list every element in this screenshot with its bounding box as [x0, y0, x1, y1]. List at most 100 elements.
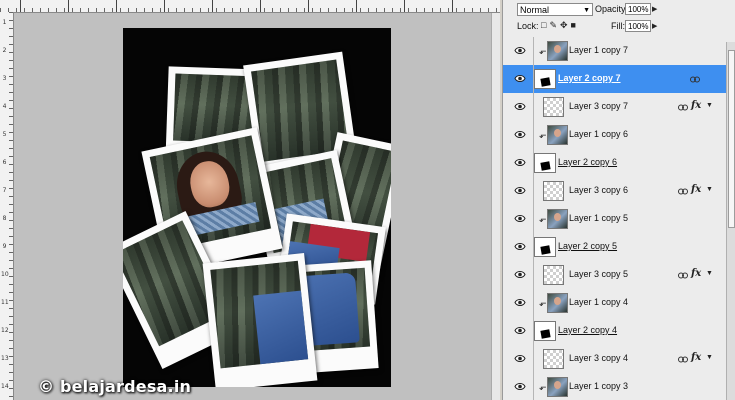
layer-thumbnail[interactable]	[547, 377, 568, 397]
visibility-eye-icon[interactable]	[514, 297, 526, 308]
layer-effects-icon[interactable]: fx	[691, 184, 701, 195]
document-window: 1 2 3 4 5 6 7 8 9 10 11 12 13 14 © belaj…	[0, 0, 500, 400]
lock-paint-icon[interactable]: ✎	[549, 20, 560, 30]
lock-options[interactable]: □✎✥■	[541, 20, 579, 31]
layer-thumbnail[interactable]	[534, 69, 556, 89]
layer-row[interactable]: Layer 2 copy 6	[503, 149, 726, 178]
layer-row[interactable]: Layer 3 copy 7 fx ▼	[503, 93, 726, 122]
layer-thumbnail[interactable]	[547, 125, 568, 145]
layer-row[interactable]: ⬐ Layer 1 copy 7	[503, 37, 726, 66]
row-divider	[533, 93, 534, 121]
row-divider	[533, 205, 534, 233]
fill-slider-arrow-icon[interactable]: ▶	[652, 22, 657, 30]
layer-thumbnail[interactable]	[543, 265, 564, 285]
expand-effects-icon[interactable]: ▼	[706, 354, 713, 361]
layer-thumbnail[interactable]	[543, 349, 564, 369]
visibility-eye-icon[interactable]	[514, 325, 526, 336]
visibility-eye-icon[interactable]	[514, 269, 526, 280]
layer-thumbnail[interactable]	[534, 153, 556, 173]
layer-thumbnail[interactable]	[543, 181, 564, 201]
visibility-eye-icon[interactable]	[514, 241, 526, 252]
visibility-eye-icon[interactable]	[514, 185, 526, 196]
ruler-mark: 9	[2, 243, 7, 250]
row-divider	[533, 289, 534, 317]
visibility-eye-icon[interactable]	[514, 101, 526, 112]
clipping-mask-icon: ⬐	[539, 214, 547, 224]
lock-label: Lock:	[517, 21, 539, 31]
canvas-vertical-scrollbar[interactable]	[491, 13, 500, 400]
fill-label: Fill:	[611, 21, 625, 31]
ruler-mark: 1	[2, 19, 7, 26]
ruler-mark: 4	[2, 103, 7, 110]
layer-thumbnail[interactable]	[547, 41, 568, 61]
opacity-label: Opacity:	[595, 4, 629, 14]
layer-thumbnail[interactable]	[547, 209, 568, 229]
visibility-eye-icon[interactable]	[514, 129, 526, 140]
expand-effects-icon[interactable]: ▼	[706, 186, 713, 193]
layer-row[interactable]: Layer 3 copy 5 fx ▼	[503, 261, 726, 290]
layer-row[interactable]: Layer 3 copy 6 fx ▼	[503, 177, 726, 206]
row-divider	[533, 37, 534, 65]
layer-row[interactable]: ⬐ Layer 1 copy 5	[503, 205, 726, 234]
row-divider	[533, 177, 534, 205]
layer-effects-icon[interactable]: fx	[691, 352, 701, 363]
fill-input[interactable]: 100%	[625, 20, 651, 32]
clipping-mask-icon: ⬐	[539, 130, 547, 140]
horizontal-ruler[interactable]	[0, 0, 500, 13]
layer-name[interactable]: Layer 1 copy 7	[569, 45, 628, 55]
vertical-ruler[interactable]: 1 2 3 4 5 6 7 8 9 10 11 12 13 14	[0, 12, 14, 400]
layer-row[interactable]: Layer 3 copy 4 fx ▼	[503, 345, 726, 374]
visibility-eye-icon[interactable]	[514, 213, 526, 224]
link-icon	[678, 186, 688, 195]
opacity-input[interactable]: 100%	[625, 3, 651, 15]
ruler-mark: 5	[2, 131, 7, 138]
ruler-mark: 8	[2, 215, 7, 222]
layer-thumbnail[interactable]	[534, 237, 556, 257]
blend-mode-dropdown[interactable]: Normal ▼	[517, 3, 593, 16]
visibility-eye-icon[interactable]	[514, 73, 526, 84]
layer-effects-icon[interactable]: fx	[691, 268, 701, 279]
layer-name[interactable]: Layer 2 copy 7	[558, 73, 621, 83]
layer-row[interactable]: ⬐ Layer 1 copy 6	[503, 121, 726, 150]
chevron-down-icon: ▼	[583, 7, 590, 14]
layer-thumbnail[interactable]	[534, 321, 556, 341]
layer-thumbnail[interactable]	[543, 97, 564, 117]
layer-name[interactable]: Layer 1 copy 5	[569, 213, 628, 223]
document-canvas[interactable]	[123, 28, 391, 387]
layers-scrollbar-thumb[interactable]	[728, 50, 735, 228]
layer-name[interactable]: Layer 2 copy 4	[558, 325, 617, 335]
row-divider	[533, 121, 534, 149]
lock-position-icon[interactable]: ✥	[560, 20, 571, 30]
layer-row[interactable]: ⬐ Layer 1 copy 4	[503, 289, 726, 318]
visibility-eye-icon[interactable]	[514, 157, 526, 168]
layer-name[interactable]: Layer 2 copy 6	[558, 157, 617, 167]
layer-thumbnail[interactable]	[547, 293, 568, 313]
layer-name[interactable]: Layer 1 copy 6	[569, 129, 628, 139]
layer-effects-icon[interactable]: fx	[691, 100, 701, 111]
layers-scrollbar[interactable]	[726, 42, 735, 400]
link-icon	[690, 74, 700, 83]
visibility-eye-icon[interactable]	[514, 45, 526, 56]
expand-effects-icon[interactable]: ▼	[706, 270, 713, 277]
layer-row[interactable]: Layer 2 copy 5	[503, 233, 726, 262]
visibility-eye-icon[interactable]	[514, 353, 526, 364]
layer-row[interactable]: Layer 2 copy 7	[503, 65, 726, 94]
layer-name[interactable]: Layer 2 copy 5	[558, 241, 617, 251]
layer-row[interactable]: Layer 2 copy 4	[503, 317, 726, 346]
expand-effects-icon[interactable]: ▼	[706, 102, 713, 109]
visibility-eye-icon[interactable]	[514, 381, 526, 392]
ruler-mark: 3	[2, 75, 7, 82]
watermark-text: © belajardesa.in	[38, 377, 192, 396]
layer-name[interactable]: Layer 1 copy 4	[569, 297, 628, 307]
row-divider	[533, 345, 534, 373]
opacity-slider-arrow-icon[interactable]: ▶	[652, 5, 657, 13]
layer-name[interactable]: Layer 3 copy 6	[569, 185, 628, 195]
layer-name[interactable]: Layer 3 copy 5	[569, 269, 628, 279]
ruler-mark: 13	[1, 355, 9, 362]
clipping-mask-icon: ⬐	[539, 298, 547, 308]
layer-name[interactable]: Layer 3 copy 7	[569, 101, 628, 111]
layer-row[interactable]: ⬐ Layer 1 copy 3	[503, 373, 726, 400]
layer-name[interactable]: Layer 3 copy 4	[569, 353, 628, 363]
lock-all-icon[interactable]: ■	[571, 20, 579, 30]
layer-name[interactable]: Layer 1 copy 3	[569, 381, 628, 391]
